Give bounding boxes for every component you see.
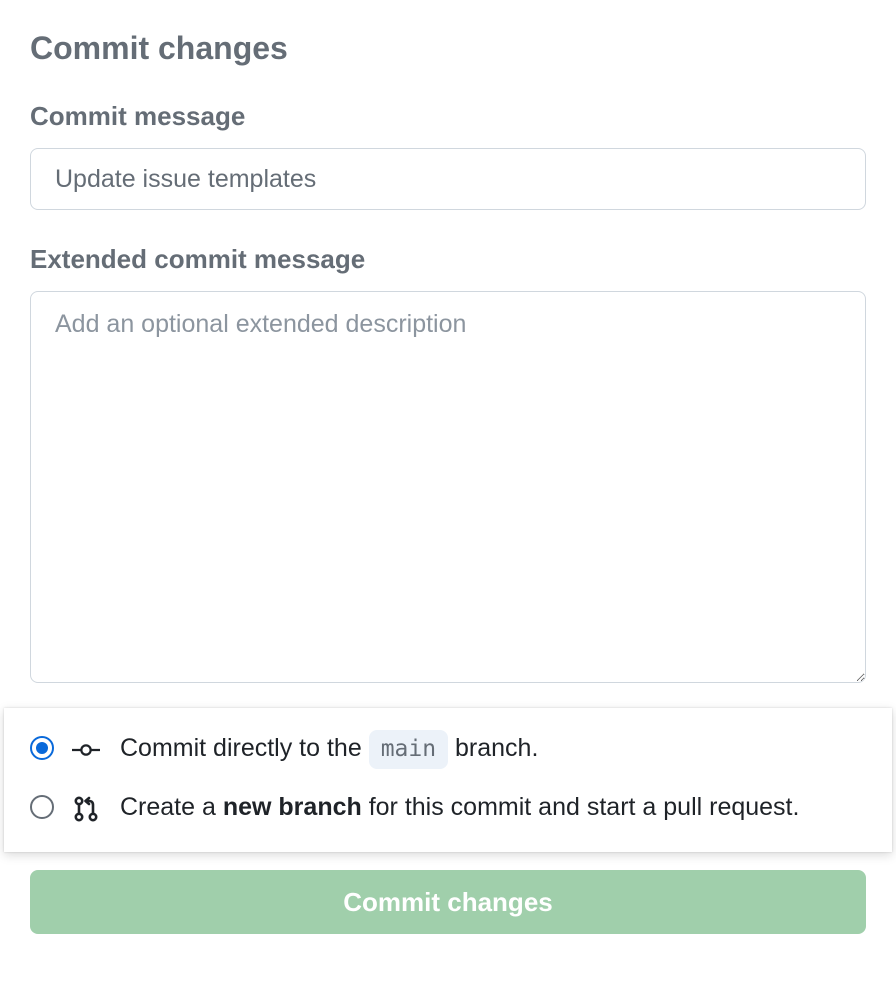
page-title: Commit changes [30,30,866,67]
branch-name-pill: main [369,730,448,769]
radio-new-branch[interactable]: Create a new branch for this commit and … [30,789,866,827]
git-commit-icon [72,736,100,764]
commit-changes-button[interactable]: Commit changes [30,870,866,934]
extended-message-textarea[interactable] [30,291,866,683]
commit-target-panel: Commit directly to the main branch. Crea… [4,708,892,852]
extended-message-label: Extended commit message [30,244,866,275]
radio-commit-direct-label: Commit directly to the main branch. [118,730,866,769]
git-pull-request-icon [72,795,100,823]
radio-indicator [30,736,54,760]
radio-commit-direct[interactable]: Commit directly to the main branch. [30,730,866,769]
radio-indicator [30,795,54,819]
radio-new-branch-label: Create a new branch for this commit and … [118,789,866,827]
commit-message-input[interactable] [30,148,866,210]
commit-message-label: Commit message [30,101,866,132]
